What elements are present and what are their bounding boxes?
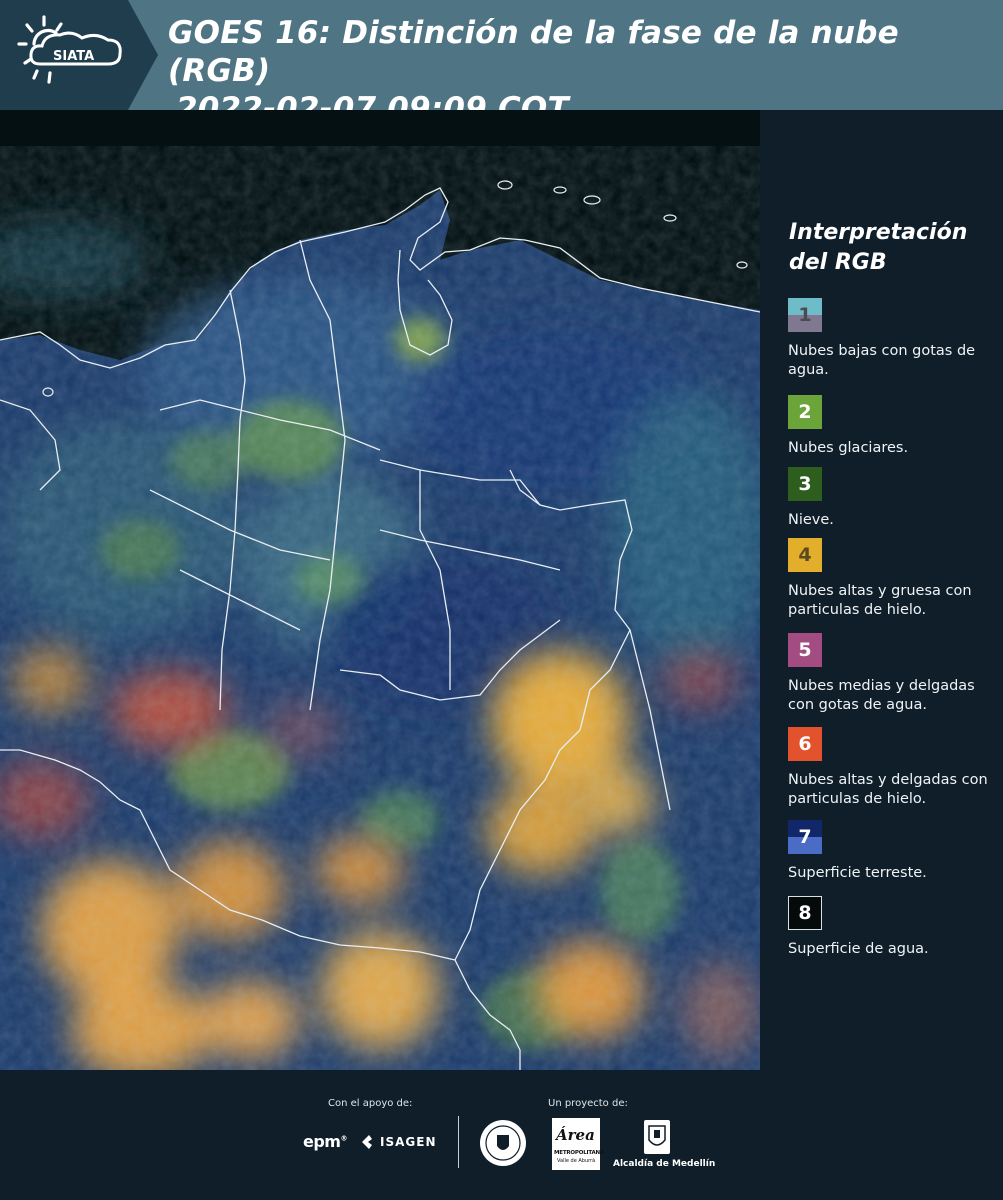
area-metropolitana-logo[interactable]: Área METROPOLITANA Valle de Aburrá bbox=[552, 1118, 604, 1170]
support-label: Con el apoyo de: bbox=[328, 1098, 413, 1109]
epm-logo[interactable]: epm® bbox=[303, 1132, 347, 1151]
area-logo-sub1: METROPOLITANA bbox=[554, 1150, 604, 1156]
alcaldia-medellin-logo[interactable] bbox=[640, 1118, 672, 1160]
footer-divider bbox=[458, 1116, 459, 1168]
legend-label: Nieve. bbox=[788, 512, 834, 528]
legend-number: 6 bbox=[798, 733, 812, 755]
legend-swatch: 6 bbox=[788, 727, 822, 761]
area-logo-sub2: Valle de Aburrá bbox=[557, 1158, 596, 1164]
legend-item: 6 Nubes altas y delgadas con particulas … bbox=[788, 727, 998, 809]
legend-title: Interpretación del RGB bbox=[789, 218, 989, 278]
isagen-icon bbox=[362, 1135, 372, 1149]
legend-label: Superficie terreste. bbox=[788, 865, 927, 881]
legend-swatch: 7 bbox=[788, 820, 822, 854]
footer: Con el apoyo de: Un proyecto de: epm® IS… bbox=[0, 1070, 1003, 1200]
cloud-grain-overlay bbox=[0, 230, 760, 1070]
legend-label: Nubes glaciares. bbox=[788, 440, 909, 456]
legend-label: Nubes bajas con gotas de agua. bbox=[788, 343, 976, 378]
legend-panel: Interpretación del RGB 1 Nubes bajas con… bbox=[760, 110, 1003, 1070]
legend-swatch: 4 bbox=[788, 538, 822, 572]
legend-item: 1 Nubes bajas con gotas de agua. bbox=[788, 298, 998, 380]
project-label: Un proyecto de: bbox=[548, 1098, 628, 1109]
legend-swatch: 1 bbox=[788, 298, 822, 332]
legend-swatch: 3 bbox=[788, 467, 822, 501]
title-line-1: GOES 16: Distinción de la fase de la nub… bbox=[168, 15, 899, 89]
legend-item: 3 Nieve. bbox=[788, 467, 998, 530]
alcaldia-logo-text: Alcaldía de Medellín bbox=[613, 1159, 716, 1169]
legend-number: 4 bbox=[798, 544, 812, 566]
legend-label: Nubes altas y delgadas con particulas de… bbox=[788, 772, 988, 807]
seal-icon bbox=[480, 1120, 526, 1166]
legend-number: 8 bbox=[798, 902, 812, 924]
legend-number: 7 bbox=[798, 826, 812, 848]
legend-number: 3 bbox=[798, 473, 812, 495]
legend-item: 5 Nubes medias y delgadas con gotas de a… bbox=[788, 633, 998, 715]
legend-number: 1 bbox=[798, 304, 812, 326]
siata-logo-text: SIATA bbox=[53, 49, 94, 64]
legend-label: Superficie de agua. bbox=[788, 941, 929, 957]
legend-item: 8 Superficie de agua. bbox=[788, 896, 998, 959]
legend-item: 4 Nubes altas y gruesa con particulas de… bbox=[788, 538, 998, 620]
siata-logo[interactable]: SIATA bbox=[0, 0, 158, 110]
area-logo-text: Área bbox=[556, 1126, 595, 1144]
legend-item: 2 Nubes glaciares. bbox=[788, 395, 998, 458]
isagen-logo-text: ISAGEN bbox=[380, 1135, 437, 1149]
legend-number: 5 bbox=[798, 639, 812, 661]
legend-number: 2 bbox=[798, 401, 812, 423]
legend-swatch: 8 bbox=[788, 896, 822, 930]
satellite-rgb-map[interactable] bbox=[0, 110, 760, 1070]
legend-title-line-2: del RGB bbox=[789, 250, 887, 275]
legend-title-line-1: Interpretación bbox=[789, 220, 968, 245]
legend-label: Nubes medias y delgadas con gotas de agu… bbox=[788, 678, 975, 713]
legend-swatch: 5 bbox=[788, 633, 822, 667]
gobernacion-seal-logo[interactable] bbox=[478, 1118, 528, 1172]
legend-item: 7 Superficie terreste. bbox=[788, 820, 998, 883]
legend-label: Nubes altas y gruesa con particulas de h… bbox=[788, 583, 972, 618]
medellin-shield-icon bbox=[644, 1120, 670, 1154]
header-bar: SIATA GOES 16: Distinción de la fase de … bbox=[0, 0, 1003, 127]
legend-swatch: 2 bbox=[788, 395, 822, 429]
epm-logo-text: epm bbox=[303, 1132, 341, 1151]
